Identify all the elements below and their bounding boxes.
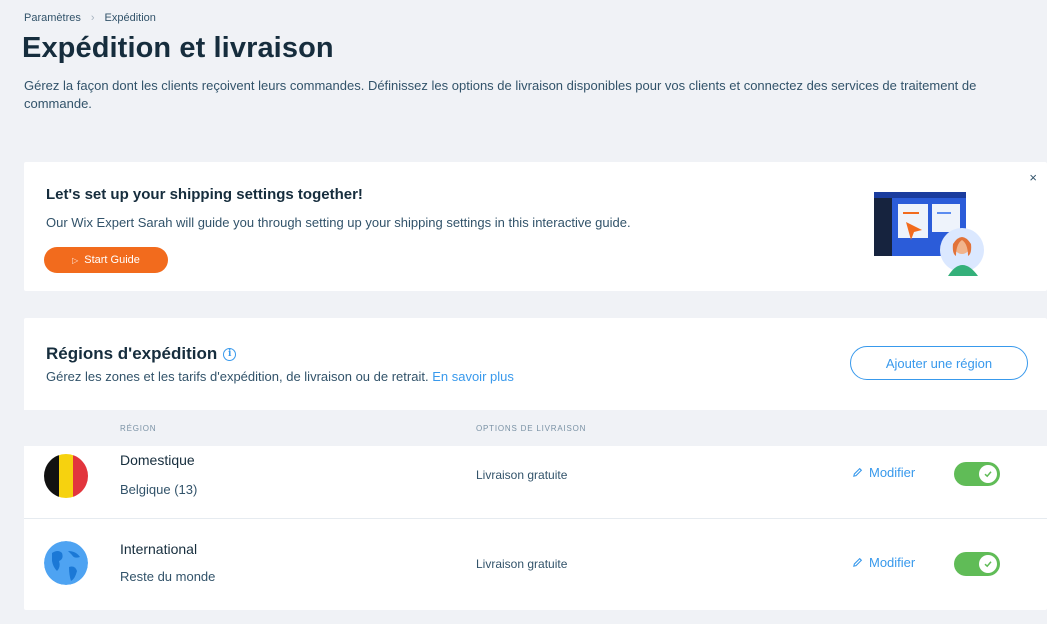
edit-region-button[interactable]: Modifier xyxy=(852,555,915,570)
guide-title: Let's set up your shipping settings toge… xyxy=(46,186,363,203)
info-icon[interactable]: i xyxy=(223,347,237,361)
add-region-button[interactable]: Ajouter une région xyxy=(850,346,1028,380)
regions-title-text: Régions d'expédition xyxy=(46,344,218,363)
breadcrumb: Paramètres › Expédition xyxy=(24,12,156,24)
table-row: Domestique Belgique (13) Livraison gratu… xyxy=(24,446,1047,518)
play-icon: ▷ xyxy=(72,255,79,265)
table-row: International Reste du monde Livraison g… xyxy=(24,518,1047,592)
belgium-flag-icon xyxy=(44,454,88,498)
start-guide-label: Start Guide xyxy=(84,254,140,266)
start-guide-button[interactable]: ▷ Start Guide xyxy=(44,247,168,273)
region-name: Domestique xyxy=(120,452,195,468)
column-header-region: RÉGION xyxy=(120,424,157,433)
regions-description: Gérez les zones et les tarifs d'expéditi… xyxy=(46,369,514,384)
check-icon xyxy=(979,465,997,483)
region-toggle[interactable] xyxy=(954,552,1000,576)
page-description: Gérez la façon dont les clients reçoiven… xyxy=(24,78,977,111)
breadcrumb-parent[interactable]: Paramètres xyxy=(24,12,81,24)
check-icon xyxy=(979,555,997,573)
delivery-option: Livraison gratuite xyxy=(476,557,568,571)
edit-label: Modifier xyxy=(869,555,916,570)
region-name: International xyxy=(120,541,198,557)
region-subtitle: Reste du monde xyxy=(120,569,216,584)
breadcrumb-chevron-icon: › xyxy=(90,12,95,24)
regions-title: Régions d'expédition i xyxy=(46,344,237,364)
region-subtitle: Belgique (13) xyxy=(120,482,198,497)
region-toggle[interactable] xyxy=(954,462,1000,486)
pencil-icon xyxy=(853,557,863,567)
globe-icon xyxy=(44,541,88,585)
edit-label: Modifier xyxy=(869,465,916,480)
regions-description-text: Gérez les zones et les tarifs d'expéditi… xyxy=(46,369,429,384)
close-icon[interactable]: × xyxy=(1029,170,1037,185)
guide-banner: Let's set up your shipping settings toge… xyxy=(24,162,1047,291)
guide-illustration-icon xyxy=(874,192,984,276)
pencil-icon xyxy=(853,467,863,477)
regions-table-header: RÉGION OPTIONS DE LIVRAISON xyxy=(24,410,1047,446)
guide-text: Our Wix Expert Sarah will guide you thro… xyxy=(46,215,631,230)
delivery-option: Livraison gratuite xyxy=(476,468,568,482)
breadcrumb-current: Expédition xyxy=(104,12,156,24)
page-title: Expédition et livraison xyxy=(22,32,334,64)
learn-more-link[interactable]: En savoir plus xyxy=(432,369,514,384)
column-header-options: OPTIONS DE LIVRAISON xyxy=(476,424,587,433)
shipping-regions-card: Régions d'expédition i Gérez les zones e… xyxy=(24,318,1047,610)
edit-region-button[interactable]: Modifier xyxy=(852,465,915,480)
